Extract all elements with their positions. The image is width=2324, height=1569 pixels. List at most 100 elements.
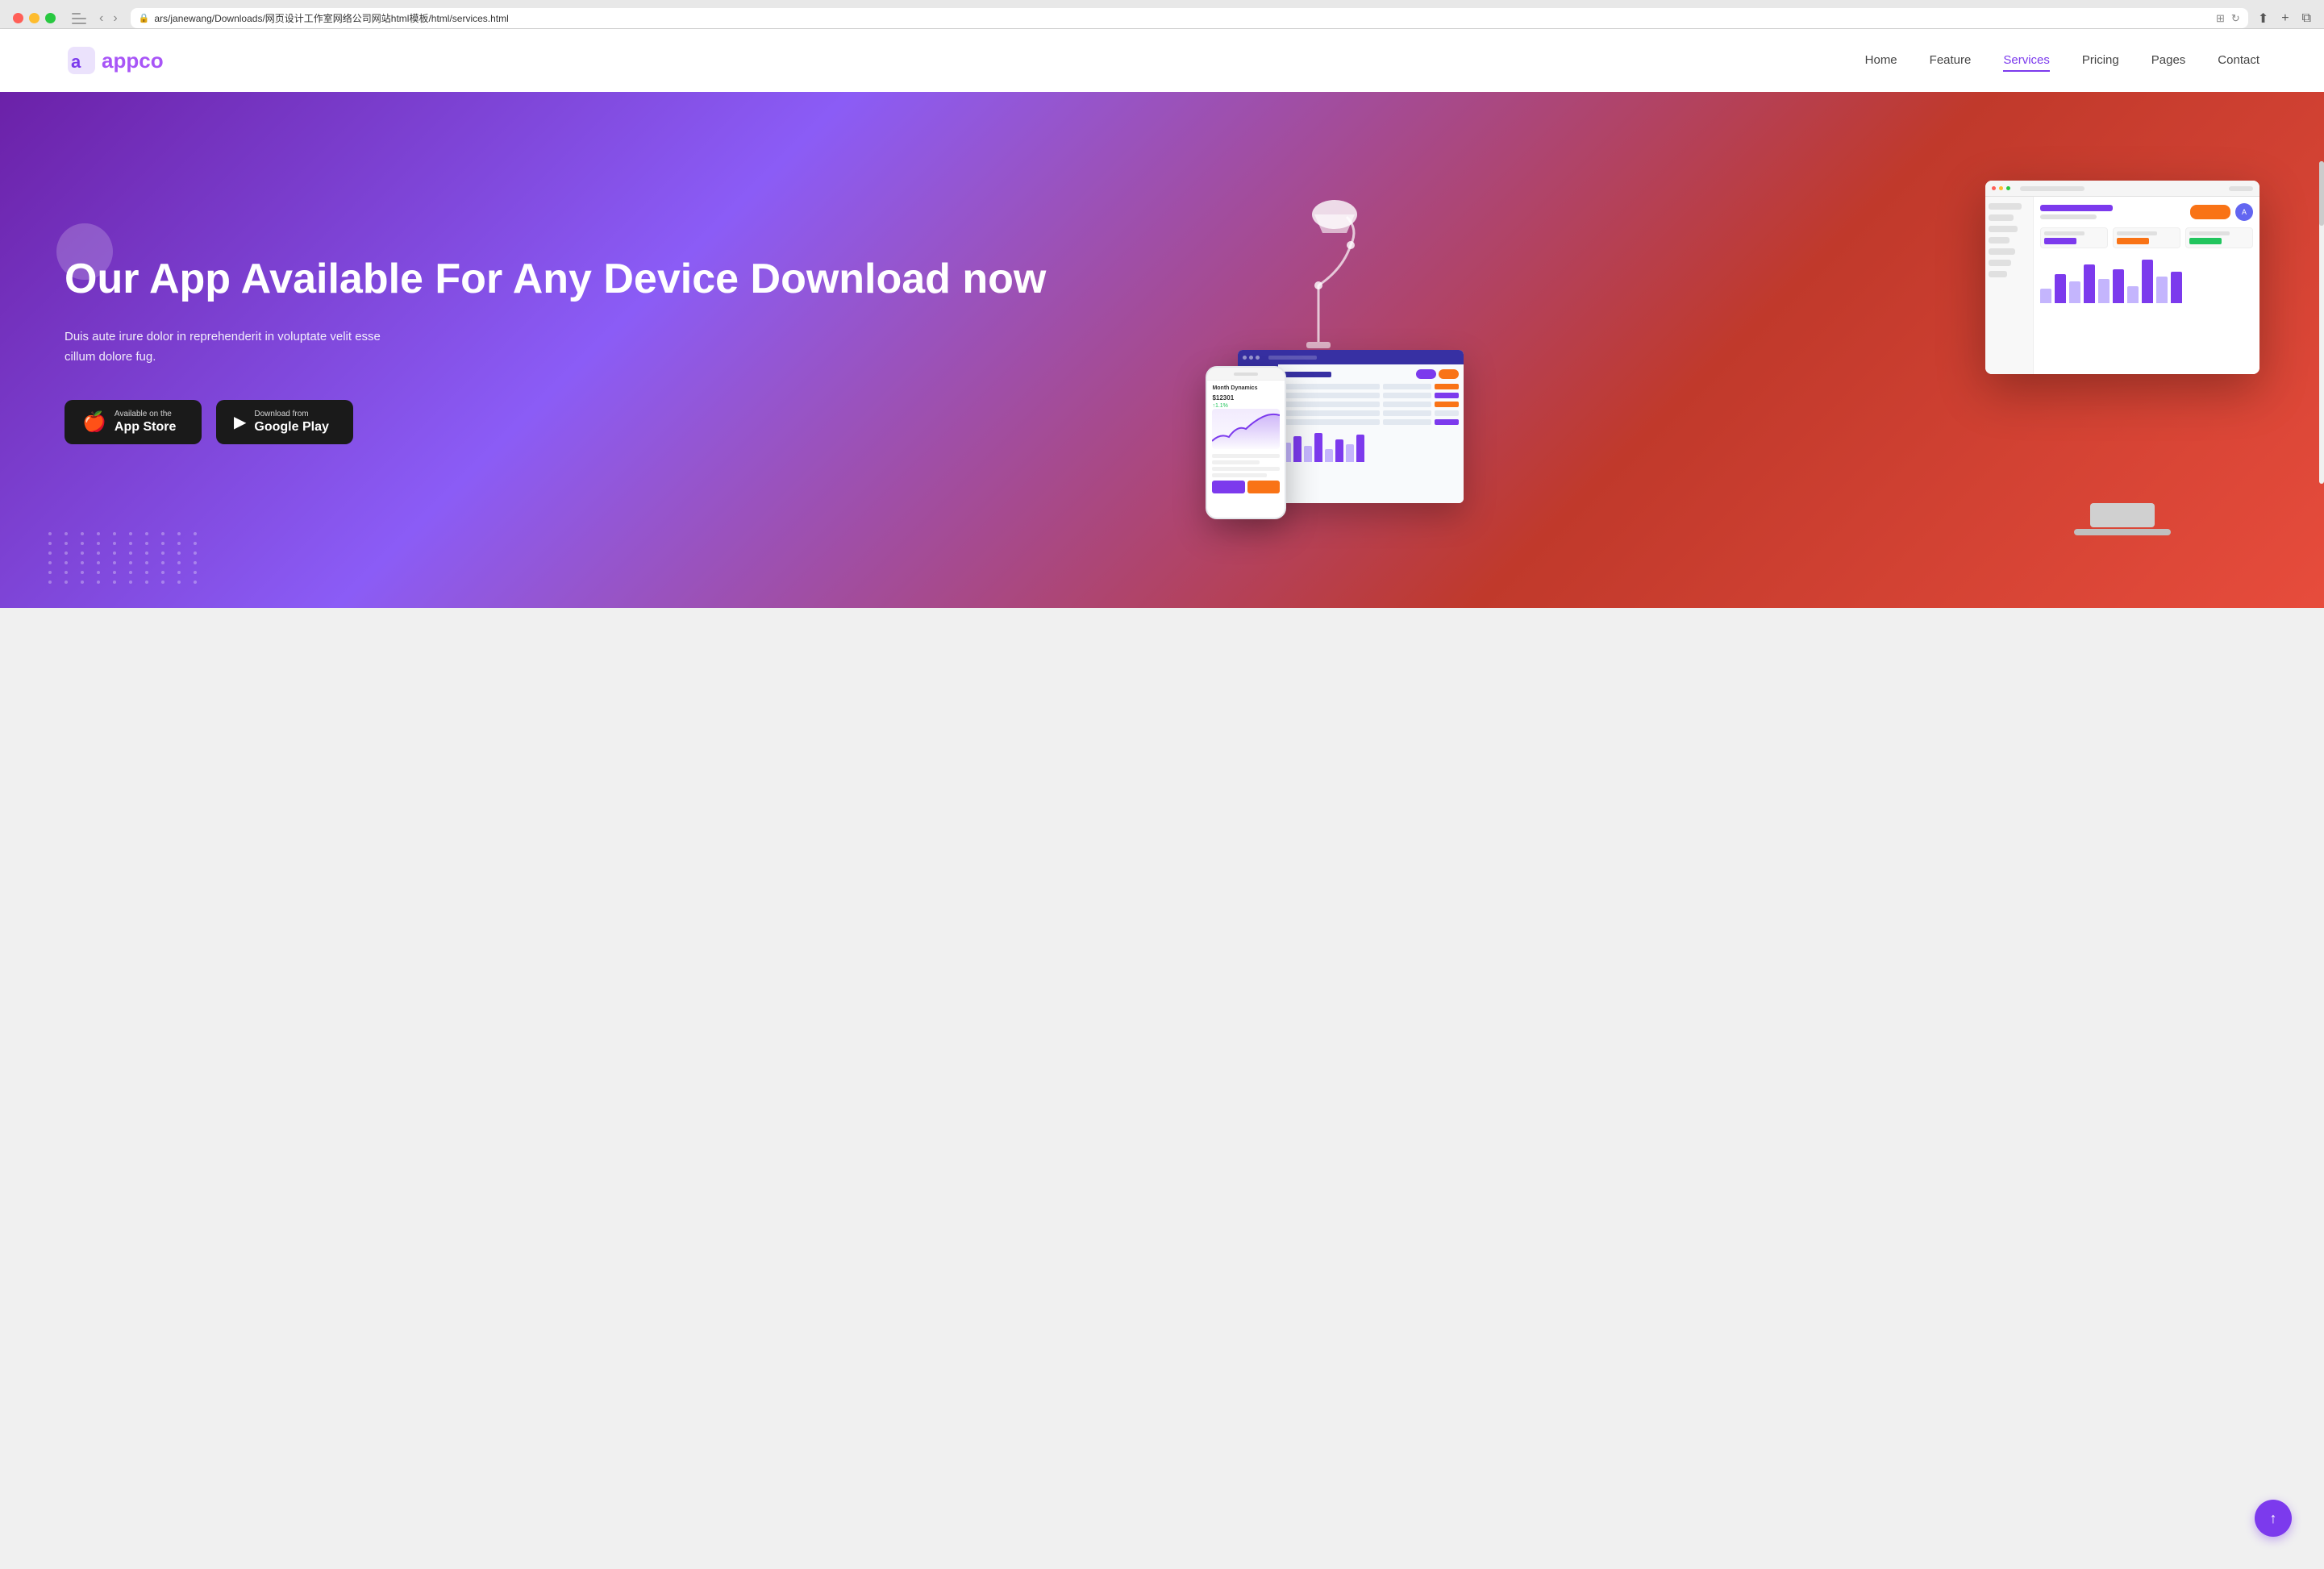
mockup-container: A xyxy=(1206,181,2259,519)
browser-chrome: ‹ › 🔒 ars/janewang/Downloads/网页设计工作室网络公司… xyxy=(0,0,2324,29)
back-button[interactable]: ‹ xyxy=(96,10,106,27)
decoration-dot xyxy=(129,551,132,555)
decoration-dot xyxy=(161,542,165,545)
address-bar[interactable]: 🔒 ars/janewang/Downloads/网页设计工作室网络公司网站ht… xyxy=(131,8,2248,28)
nav-item-pricing[interactable]: Pricing xyxy=(2082,53,2119,67)
decoration-dot xyxy=(48,551,52,555)
tabs-icon[interactable]: ⧉ xyxy=(2302,11,2311,26)
app-store-name: App Store xyxy=(115,420,176,435)
decoration-dot xyxy=(129,561,132,564)
decoration-dot xyxy=(97,542,100,545)
logo-text: appco xyxy=(102,48,164,73)
nav-item-contact[interactable]: Contact xyxy=(2218,53,2259,67)
decoration-dot xyxy=(161,551,165,555)
decoration-dot xyxy=(129,542,132,545)
dots-decoration xyxy=(48,532,203,584)
browser-actions: ⬆ + ⧉ xyxy=(2258,10,2311,27)
decoration-dot xyxy=(129,532,132,535)
new-tab-icon[interactable]: + xyxy=(2281,11,2289,26)
scrollbar[interactable] xyxy=(2319,161,2324,484)
decoration-dot xyxy=(81,532,84,535)
desktop-monitor: A xyxy=(1985,181,2259,374)
app-store-label: Available on the xyxy=(115,410,176,418)
decoration-dot xyxy=(145,532,148,535)
monitor-chart xyxy=(2040,255,2253,303)
forward-button[interactable]: › xyxy=(110,10,120,27)
nav-item-pages[interactable]: Pages xyxy=(2151,53,2186,67)
decoration-dot xyxy=(194,542,197,545)
lamp-decoration xyxy=(1270,181,1367,358)
security-icon: 🔒 xyxy=(139,13,150,23)
address-bar-actions: ⊞ ↻ xyxy=(2216,12,2240,25)
scroll-up-icon: ↑ xyxy=(2270,1510,2277,1527)
decoration-dot xyxy=(81,542,84,545)
maximize-button[interactable] xyxy=(45,13,56,23)
phone-content: Month Dynamics $12301 ↑1.1% xyxy=(1207,381,1285,498)
decoration-dot xyxy=(113,532,116,535)
decoration-dot xyxy=(194,581,197,584)
url-text: ars/janewang/Downloads/网页设计工作室网络公司网站html… xyxy=(154,11,2211,25)
phone-stat-value: $12301 xyxy=(1212,394,1280,402)
decoration-dot xyxy=(145,561,148,564)
decoration-dot xyxy=(129,581,132,584)
decoration-dot xyxy=(194,551,197,555)
decoration-dot xyxy=(65,561,68,564)
decoration-dot xyxy=(194,532,197,535)
decoration-dot xyxy=(65,551,68,555)
app-store-button[interactable]: 🍎 Available on the App Store xyxy=(65,400,202,444)
hero-subtitle: Duis aute irure dolor in reprehenderit i… xyxy=(65,327,403,368)
decoration-dot xyxy=(161,581,165,584)
nav-item-feature[interactable]: Feature xyxy=(1930,53,1972,67)
decoration-dot xyxy=(113,571,116,574)
hero-section: Our App Available For Any Device Downloa… xyxy=(0,92,2324,608)
monitor-titlebar xyxy=(1985,181,2259,197)
decoration-dot xyxy=(65,542,68,545)
laptop-main xyxy=(1278,364,1464,503)
nav-item-services[interactable]: Services xyxy=(2003,53,2050,72)
decoration-dot xyxy=(81,551,84,555)
nav-item-home[interactable]: Home xyxy=(1865,53,1897,67)
logo[interactable]: a appco xyxy=(65,44,164,77)
hero-content: Our App Available For Any Device Downloa… xyxy=(65,256,1162,444)
decoration-dot xyxy=(113,542,116,545)
decoration-dot xyxy=(97,561,100,564)
reader-icon[interactable]: ⊞ xyxy=(2216,12,2225,25)
sidebar-toggle[interactable] xyxy=(72,13,86,24)
phone-mockup: Month Dynamics $12301 ↑1.1% xyxy=(1206,366,1286,519)
decoration-dot xyxy=(97,551,100,555)
decoration-dot xyxy=(113,581,116,584)
decoration-dot xyxy=(145,542,148,545)
decoration-dot xyxy=(145,581,148,584)
hero-decoration-circle xyxy=(56,223,113,280)
monitor-base xyxy=(2074,529,2171,535)
traffic-lights xyxy=(13,13,56,23)
scrollbar-thumb[interactable] xyxy=(2319,161,2324,226)
site-header: a appco Home Feature Services Pricing Pages C… xyxy=(0,29,2324,92)
logo-icon: a xyxy=(65,44,98,77)
decoration-dot xyxy=(177,571,181,574)
scroll-to-top-button[interactable]: ↑ xyxy=(2255,1500,2292,1537)
decoration-dot xyxy=(145,551,148,555)
share-icon[interactable]: ⬆ xyxy=(2258,10,2268,27)
minimize-button[interactable] xyxy=(29,13,40,23)
google-play-name: Google Play xyxy=(254,420,328,435)
decoration-dot xyxy=(81,571,84,574)
close-button[interactable] xyxy=(13,13,23,23)
decoration-dot xyxy=(194,571,197,574)
google-play-button[interactable]: ▶ Download from Google Play xyxy=(216,400,353,444)
hero-cta-buttons: 🍎 Available on the App Store ▶ Download … xyxy=(65,400,1162,444)
decoration-dot xyxy=(97,532,100,535)
phone-stat-change: ↑1.1% xyxy=(1212,403,1280,409)
monitor-main: A xyxy=(2034,197,2259,374)
monitor-stand xyxy=(2090,503,2155,527)
decoration-dot xyxy=(65,571,68,574)
decoration-dot xyxy=(48,581,52,584)
refresh-icon[interactable]: ↻ xyxy=(2231,12,2240,25)
decoration-dot xyxy=(48,561,52,564)
hero-title: Our App Available For Any Device Downloa… xyxy=(65,256,1162,304)
decoration-dot xyxy=(81,561,84,564)
decoration-dot xyxy=(48,571,52,574)
decoration-dot xyxy=(177,542,181,545)
svg-text:a: a xyxy=(71,52,81,72)
decoration-dot xyxy=(48,542,52,545)
